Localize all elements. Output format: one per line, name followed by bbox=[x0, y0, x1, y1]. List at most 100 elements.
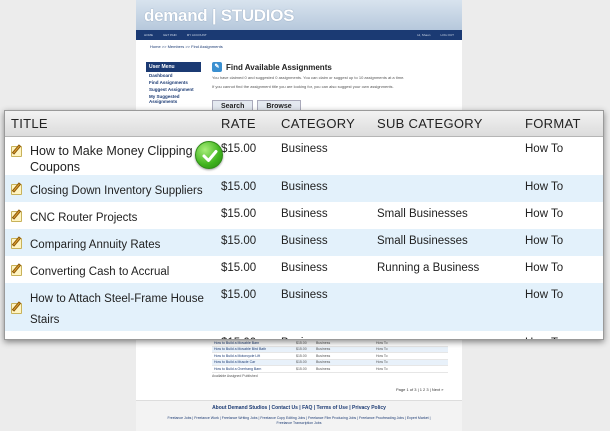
list-cell-title[interactable]: How to Build a Movable Barn bbox=[212, 341, 296, 345]
list-cell-category: Business bbox=[316, 360, 331, 365]
cell-format: How To bbox=[525, 142, 564, 155]
list-cell-rate: $15.00 bbox=[296, 366, 307, 371]
nav-get-paid[interactable]: GET PAID bbox=[163, 33, 177, 37]
nav-logout[interactable]: LOG OUT bbox=[440, 33, 454, 37]
cell-title[interactable]: How to Make Money Clipping Coupons bbox=[5, 136, 221, 175]
pager[interactable]: Page 1 of 3 | 1 2 3 | Next » bbox=[396, 387, 443, 392]
page-title-text: Find Available Assignments bbox=[226, 62, 332, 72]
footer-sub-links[interactable]: Freelance Jobs | Freelance Work | Freela… bbox=[136, 416, 462, 426]
footer-links[interactable]: About Demand Studios | Contact Us | FAQ … bbox=[136, 405, 462, 411]
logo-right: STUDIOS bbox=[220, 6, 295, 25]
cell-title[interactable]: Comparing Annuity Rates bbox=[5, 229, 221, 256]
table-header-row: TITLE RATE CATEGORY SUB CATEGORY FORMAT bbox=[5, 111, 603, 137]
cell-title[interactable]: CNC Router Projects bbox=[5, 202, 221, 229]
nav-user-greeting: Hi, Shaun bbox=[417, 33, 431, 37]
list-item[interactable]: How to Build a Overhang Barn $15.00 Busine… bbox=[212, 366, 448, 373]
table-row[interactable]: How to Become a Foreign Currency Trading… bbox=[5, 331, 603, 339]
list-cell-title[interactable]: How to Build a Overhang Barn bbox=[212, 367, 296, 371]
cell-title[interactable]: How to Attach Steel-Frame House Stairs bbox=[5, 283, 221, 331]
row-title-link[interactable]: Converting Cash to Accrual bbox=[30, 262, 169, 283]
cell-sub-category: Small Businesses bbox=[377, 208, 468, 220]
cell-sub-category bbox=[377, 175, 525, 202]
cell-title[interactable]: How to Become a Foreign Currency Trading… bbox=[5, 331, 221, 339]
table-row[interactable]: Comparing Annuity Rates $15.00 Business Sma… bbox=[5, 229, 603, 256]
list-cell-format: How To bbox=[376, 340, 388, 345]
row-title-link[interactable]: Comparing Annuity Rates bbox=[30, 235, 160, 256]
menu-item-find-assignments[interactable]: Find Assignments bbox=[146, 79, 201, 86]
list-cell-category: Business bbox=[316, 347, 331, 352]
row-title-link[interactable]: How to Make Money Clipping Coupons bbox=[30, 143, 221, 175]
assignment-table: TITLE RATE CATEGORY SUB CATEGORY FORMAT … bbox=[5, 111, 603, 339]
nav-home[interactable]: HOME bbox=[144, 33, 153, 37]
menu-item-my-suggested[interactable]: My Suggested Assignments bbox=[146, 93, 201, 105]
menu-item-suggest-assignment[interactable]: Suggest Assignment bbox=[146, 86, 201, 93]
list-cell-category: Business bbox=[316, 353, 331, 358]
cell-format: How To bbox=[525, 208, 564, 220]
list-cell-format: How To bbox=[376, 347, 388, 352]
cell-rate: $15.00 bbox=[221, 331, 281, 339]
list-cell-category: Business bbox=[316, 340, 331, 345]
table-row[interactable]: Converting Cash to Accrual $15.00 Business… bbox=[5, 256, 603, 283]
table-row[interactable]: How to Attach Steel-Frame House Stairs $1… bbox=[5, 283, 603, 331]
list-cell-format: How To bbox=[376, 353, 388, 358]
logo-left: demand bbox=[144, 6, 208, 25]
header-format[interactable]: FORMAT bbox=[525, 111, 603, 137]
list-cell-rate: $15.00 bbox=[296, 360, 307, 365]
pencil-icon bbox=[11, 301, 24, 314]
cell-sub-category bbox=[377, 283, 525, 331]
cell-format: How To bbox=[525, 283, 603, 331]
site-footer: About Demand Studios | Contact Us | FAQ … bbox=[136, 400, 462, 431]
list-cell-title[interactable]: How to Build a Motorcycle Lift bbox=[212, 354, 296, 358]
cell-title[interactable]: Closing Down Inventory Suppliers bbox=[5, 175, 221, 202]
assignment-table-zoom: TITLE RATE CATEGORY SUB CATEGORY FORMAT … bbox=[4, 110, 604, 340]
header-rate[interactable]: RATE bbox=[221, 111, 281, 137]
cell-format: How To bbox=[525, 175, 603, 202]
list-cell-title[interactable]: How to Build a Movable Bird Bath bbox=[212, 347, 296, 351]
table-row[interactable]: Closing Down Inventory Suppliers $15.00 Bu… bbox=[5, 175, 603, 202]
cell-sub-category bbox=[377, 136, 525, 175]
cell-format: How To bbox=[525, 229, 603, 256]
list-cell-title[interactable]: How to Build a Muscle Car bbox=[212, 360, 296, 364]
user-menu-header: User Menu bbox=[146, 62, 201, 72]
pencil-icon bbox=[11, 236, 24, 249]
cell-rate: $15.00 bbox=[221, 229, 281, 256]
table-row[interactable]: CNC Router Projects $15.00 Business Small B… bbox=[5, 202, 603, 229]
cell-category: Business bbox=[281, 208, 328, 220]
header-sub-category[interactable]: SUB CATEGORY bbox=[377, 111, 525, 137]
menu-item-dashboard[interactable]: Dashboard bbox=[146, 72, 201, 79]
cell-rate: $15.00 bbox=[221, 262, 257, 274]
cell-rate: $15.00 bbox=[221, 283, 281, 331]
list-cell-format: How To bbox=[376, 360, 388, 365]
pencil-icon bbox=[11, 209, 24, 222]
site-nav: HOME GET PAID MY ACCOUNT Hi, Shaun LOG O… bbox=[136, 30, 462, 40]
site-logo[interactable]: demand | STUDIOS bbox=[144, 6, 294, 26]
cell-category: Business bbox=[281, 262, 328, 274]
header-category[interactable]: CATEGORY bbox=[281, 111, 377, 137]
breadcrumb[interactable]: Home >> Members >> Find Assignments bbox=[136, 40, 462, 53]
row-title-link[interactable]: Closing Down Inventory Suppliers bbox=[30, 181, 203, 202]
cell-sub-category: Running a Business bbox=[377, 262, 480, 274]
cell-title[interactable]: Converting Cash to Accrual bbox=[5, 256, 221, 283]
list-cell-category: Business bbox=[316, 366, 331, 371]
row-title-link[interactable]: CNC Router Projects bbox=[30, 208, 137, 229]
check-icon bbox=[195, 141, 223, 169]
row-title-link[interactable]: How to Become a Foreign Currency Trading… bbox=[30, 337, 221, 339]
header-title[interactable]: TITLE bbox=[5, 111, 221, 137]
pencil-icon bbox=[11, 182, 24, 195]
cell-category: Business bbox=[281, 331, 377, 339]
list-cell-rate: $15.00 bbox=[296, 353, 307, 358]
cell-format: How To bbox=[525, 331, 603, 339]
status-legend: Available Assigned Published bbox=[212, 373, 258, 378]
site-header: demand | STUDIOS bbox=[136, 0, 462, 30]
find-assignments-section: ✎ Find Available Assignments You have cl… bbox=[212, 62, 452, 90]
list-cell-format: How To bbox=[376, 366, 388, 371]
assignment-icon: ✎ bbox=[212, 62, 222, 72]
background-assignment-list: How to Build a Movable Barn $15.00 Busines… bbox=[212, 340, 448, 378]
user-menu: User Menu Dashboard Find Assignments Sug… bbox=[146, 62, 201, 105]
nav-my-account[interactable]: MY ACCOUNT bbox=[187, 33, 207, 37]
row-title-link[interactable]: How to Attach Steel-Frame House Stairs bbox=[30, 289, 221, 331]
pencil-icon bbox=[11, 263, 24, 276]
table-row[interactable]: How to Make Money Clipping Coupons $15.00… bbox=[5, 136, 603, 175]
intro-text-1: You have claimed 0 and suggested 0 assig… bbox=[212, 75, 405, 80]
cell-format: How To bbox=[525, 262, 564, 274]
